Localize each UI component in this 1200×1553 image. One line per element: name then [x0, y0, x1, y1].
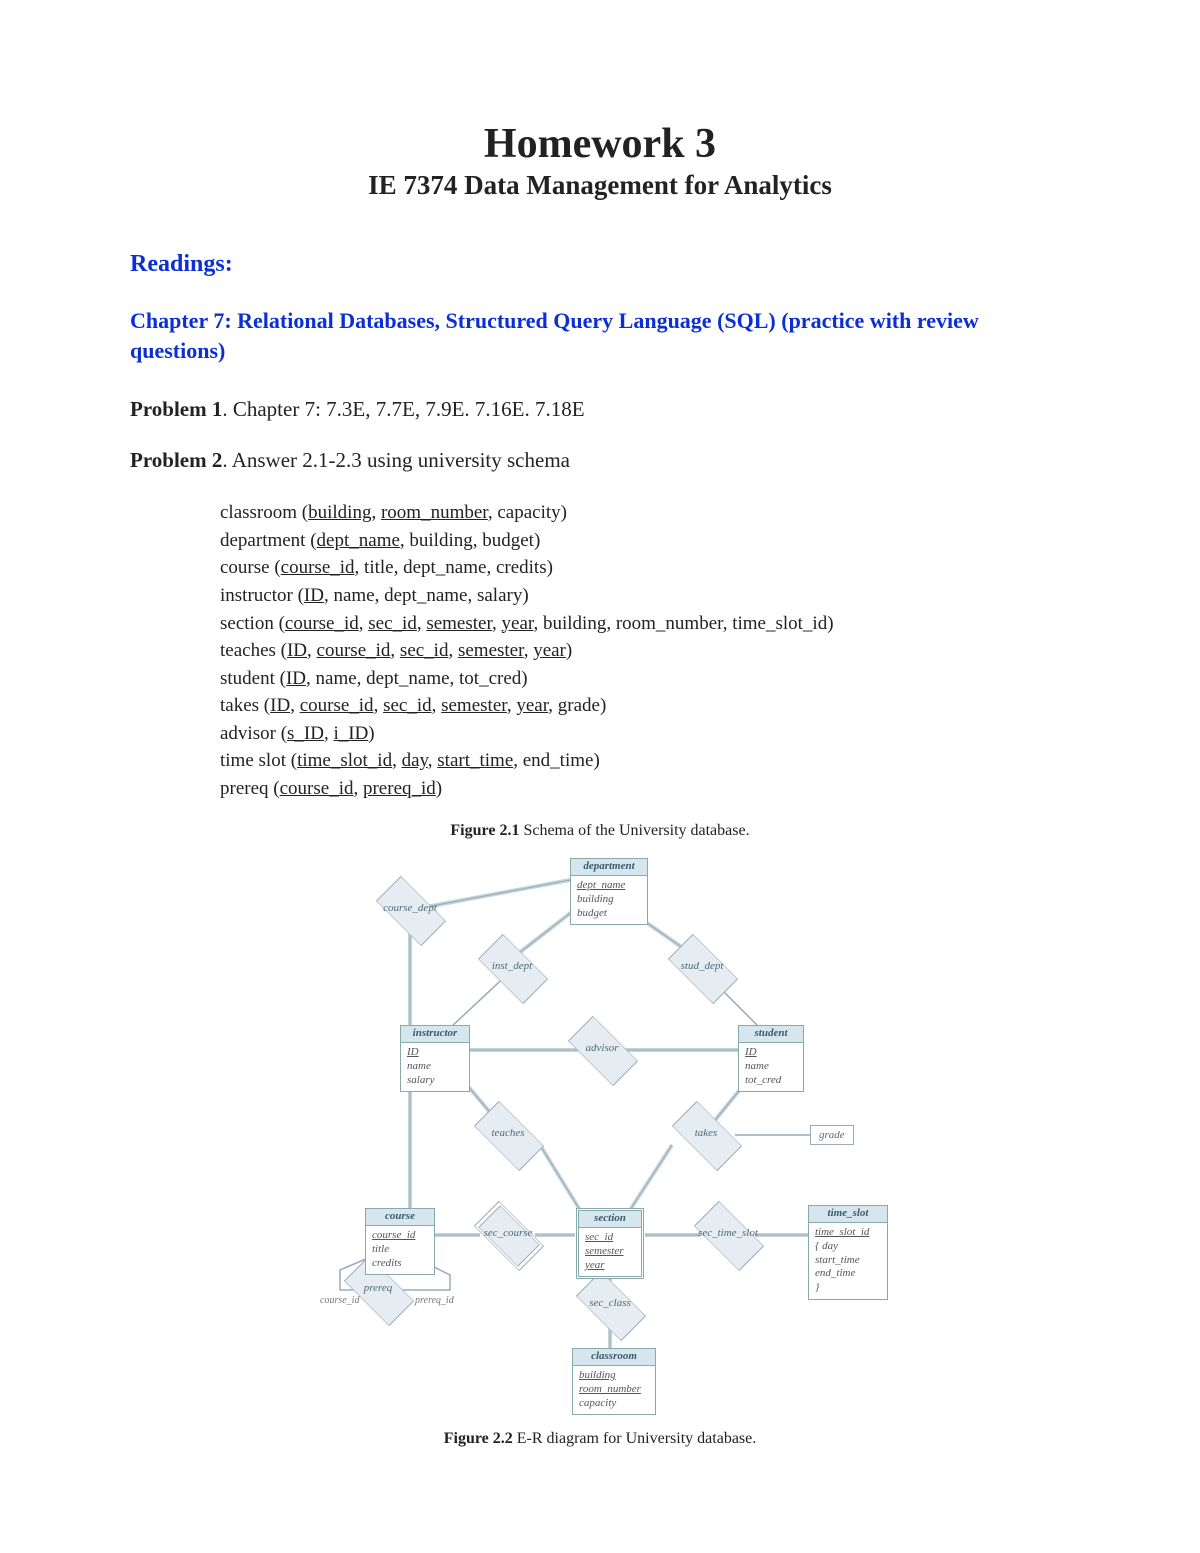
- schema-prereq: prereq (course_id, prereq_id): [220, 775, 1070, 803]
- rel-course-dept: course_dept: [366, 888, 454, 932]
- entity-student: student ID name tot_cred: [738, 1025, 804, 1092]
- problem-1-label: Problem 1: [130, 397, 222, 421]
- schema-time-slot: time slot (time_slot_id, day, start_time…: [220, 747, 1070, 775]
- entity-course: course course_id title credits: [365, 1208, 435, 1275]
- rel-sec-time-slot: sec_time_slot: [684, 1213, 772, 1257]
- attr-grade: grade: [810, 1125, 854, 1145]
- entity-instructor: instructor ID name salary: [400, 1025, 470, 1092]
- rel-inst-dept: inst_dept: [468, 946, 556, 990]
- entity-time-slot: time_slot time_slot_id { day start_time …: [808, 1205, 888, 1300]
- rel-sec-class: sec_class: [566, 1283, 654, 1327]
- rel-advisor: advisor: [558, 1028, 646, 1072]
- schema-advisor: advisor (s_ID, i_ID): [220, 720, 1070, 748]
- rel-teaches: teaches: [464, 1113, 552, 1157]
- chapter-line: Chapter 7: Relational Databases, Structu…: [130, 306, 1070, 365]
- schema-student: student (ID, name, dept_name, tot_cred): [220, 665, 1070, 693]
- problem-1: Problem 1. Chapter 7: 7.3E, 7.7E, 7.9E. …: [130, 397, 1070, 422]
- label-course-id: course_id: [320, 1295, 359, 1306]
- schema-section: section (course_id, sec_id, semester, ye…: [220, 610, 1070, 638]
- page-subtitle: IE 7374 Data Management for Analytics: [130, 170, 1070, 201]
- problem-2-text: . Answer 2.1-2.3 using university schema: [222, 448, 570, 472]
- readings-heading: Readings:: [130, 251, 1070, 278]
- schema-department: department (dept_name, building, budget): [220, 527, 1070, 555]
- schema-list: classroom (building, room_number, capaci…: [220, 499, 1070, 802]
- schema-instructor: instructor (ID, name, dept_name, salary): [220, 582, 1070, 610]
- problem-2: Problem 2. Answer 2.1-2.3 using universi…: [130, 448, 1070, 473]
- figure-2-2-caption: Figure 2.2 E-R diagram for University da…: [130, 1430, 1070, 1448]
- schema-teaches: teaches (ID, course_id, sec_id, semester…: [220, 637, 1070, 665]
- rel-sec-course: sec_course: [464, 1213, 552, 1257]
- rel-stud-dept: stud_dept: [658, 946, 746, 990]
- er-diagram: course_dept inst_dept stud_dept advisor …: [280, 850, 920, 1410]
- label-prereq-id: prereq_id: [415, 1295, 454, 1306]
- figure-2-1-caption: Figure 2.1 Schema of the University data…: [130, 822, 1070, 840]
- entity-department: department dept_name building budget: [570, 858, 648, 925]
- schema-classroom: classroom (building, room_number, capaci…: [220, 499, 1070, 527]
- problem-1-text: . Chapter 7: 7.3E, 7.7E, 7.9E. 7.16E. 7.…: [222, 397, 584, 421]
- problem-2-label: Problem 2: [130, 448, 222, 472]
- rel-takes: takes: [662, 1113, 750, 1157]
- entity-section: section sec_id semester year: [576, 1208, 644, 1279]
- schema-takes: takes (ID, course_id, sec_id, semester, …: [220, 692, 1070, 720]
- document-page: Homework 3 IE 7374 Data Management for A…: [0, 0, 1200, 1553]
- page-title: Homework 3: [130, 120, 1070, 168]
- schema-course: course (course_id, title, dept_name, cre…: [220, 554, 1070, 582]
- entity-classroom: classroom building room_number capacity: [572, 1348, 656, 1415]
